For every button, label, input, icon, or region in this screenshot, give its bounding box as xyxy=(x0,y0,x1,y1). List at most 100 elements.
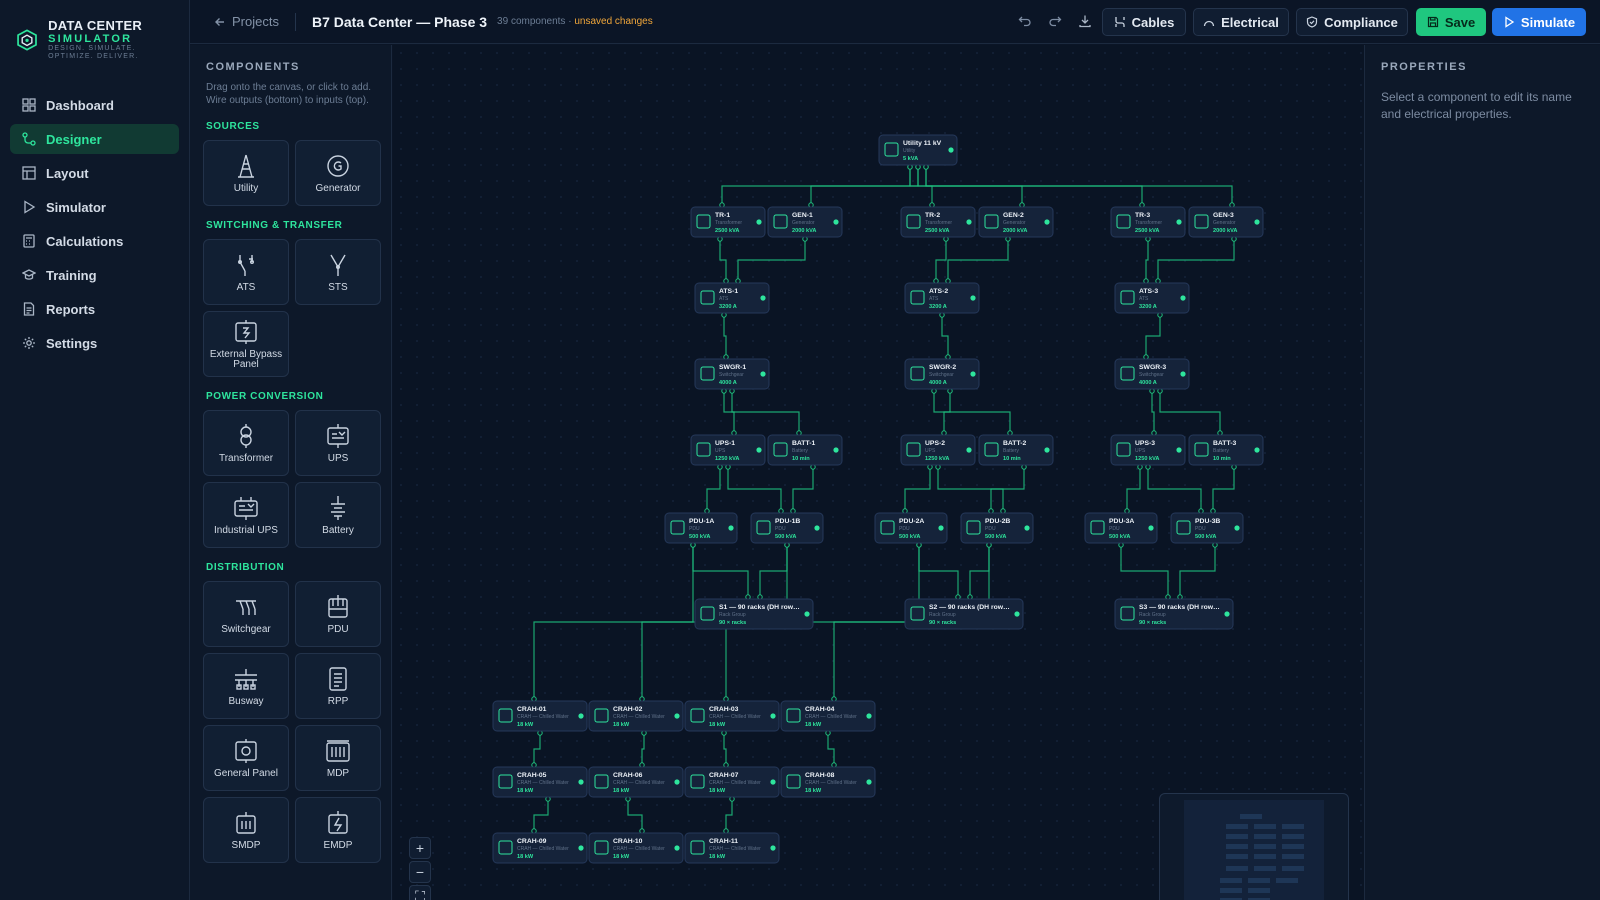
cable-utility-gen1[interactable] xyxy=(810,165,919,207)
node-swgr1[interactable]: SWGR-1Switchgear 4000 A xyxy=(694,358,770,390)
cable-tr2-ats2[interactable] xyxy=(935,237,947,283)
nav-item-settings[interactable]: Settings xyxy=(10,328,179,358)
node-tr3[interactable]: TR-3Transformer 2500 kVA xyxy=(1110,206,1186,238)
cable-crah02-crah06[interactable] xyxy=(641,731,645,767)
cable-crah06-crah10[interactable] xyxy=(627,797,643,833)
node-ups2[interactable]: UPS-2UPS 1250 kVA xyxy=(900,434,976,466)
palette-item-smdp[interactable]: SMDP xyxy=(203,797,289,863)
cables-button[interactable]: Cables xyxy=(1102,8,1186,36)
cable-batt2-pdu2b[interactable] xyxy=(990,465,1025,513)
cable-swgr2-batt2[interactable] xyxy=(933,389,1011,435)
nav-item-dashboard[interactable]: Dashboard xyxy=(10,90,179,120)
cable-pdu1a-s1[interactable] xyxy=(692,543,749,599)
cable-gen1-ats1[interactable] xyxy=(737,237,806,283)
nav-item-training[interactable]: Training xyxy=(10,260,179,290)
node-pdu2a[interactable]: PDU-2APDU 500 kVA xyxy=(874,512,948,544)
node-batt2[interactable]: BATT-2Battery 10 min xyxy=(978,434,1054,466)
node-ats2[interactable]: ATS-2ATS 3200 A xyxy=(904,282,980,314)
cable-swgr1-batt1[interactable] xyxy=(731,389,800,435)
cable-pdu1b-s1[interactable] xyxy=(759,543,788,599)
download-icon[interactable] xyxy=(1076,12,1094,30)
node-ats3[interactable]: ATS-3ATS 3200 A xyxy=(1114,282,1190,314)
palette-item-busway[interactable]: Busway xyxy=(203,653,289,719)
palette-item-switchgear[interactable]: Switchgear xyxy=(203,581,289,647)
palette-item-general-panel[interactable]: General Panel xyxy=(203,725,289,791)
minimap[interactable] xyxy=(1159,793,1349,900)
cable-swgr3-ups3[interactable] xyxy=(1151,389,1155,435)
node-crah02[interactable]: CRAH-02CRAH — Chilled Water 18 kW xyxy=(588,700,684,732)
undo-icon[interactable] xyxy=(1016,12,1034,30)
nav-item-layout[interactable]: Layout xyxy=(10,158,179,188)
node-crah10[interactable]: CRAH-10CRAH — Chilled Water 18 kW xyxy=(588,832,684,864)
node-s2[interactable]: S2 — 90 racks (DH row…Rack Group 90 × rac… xyxy=(904,598,1024,630)
cable-ups3-pdu3b[interactable] xyxy=(1147,465,1202,513)
node-tr2[interactable]: TR-2Transformer 2500 kVA xyxy=(900,206,976,238)
node-crah07[interactable]: CRAH-07CRAH — Chilled Water 18 kW xyxy=(684,766,780,798)
cable-pdu2b-s2[interactable] xyxy=(969,543,990,599)
save-button[interactable]: Save xyxy=(1416,8,1486,36)
cable-ups1-pdu1a[interactable] xyxy=(706,465,721,513)
cable-batt3-pdu3b[interactable] xyxy=(1212,465,1235,513)
node-swgr2[interactable]: SWGR-2Switchgear 4000 A xyxy=(904,358,980,390)
cable-ups2-pdu2a[interactable] xyxy=(904,465,931,513)
node-pdu3b[interactable]: PDU-3BPDU 500 kVA xyxy=(1170,512,1244,544)
nav-item-calculations[interactable]: Calculations xyxy=(10,226,179,256)
node-batt3[interactable]: BATT-3Battery 10 min xyxy=(1188,434,1264,466)
node-crah03[interactable]: CRAH-03CRAH — Chilled Water 18 kW xyxy=(684,700,780,732)
palette-item-ats[interactable]: ATS xyxy=(203,239,289,305)
cable-swgr3-batt3[interactable] xyxy=(1159,389,1221,435)
palette-item-external-bypass-panel[interactable]: External Bypass Panel xyxy=(203,311,289,377)
design-canvas[interactable]: Utility 11 kV Utility 5 kVA TR-1 Transformer… xyxy=(393,45,1364,900)
node-pdu1b[interactable]: PDU-1BPDU 500 kVA xyxy=(750,512,824,544)
project-title[interactable]: B7 Data Center — Phase 3 xyxy=(312,14,487,30)
palette-item-generator[interactable]: Generator xyxy=(295,140,381,206)
cable-pdu2a-s2[interactable] xyxy=(918,543,959,599)
node-s3[interactable]: S3 — 90 racks (DH row…Rack Group 90 × rac… xyxy=(1114,598,1234,630)
cable-crah03-crah07[interactable] xyxy=(723,731,727,767)
cable-crah07-crah11[interactable] xyxy=(725,797,733,833)
fit-view-button[interactable]: ⛶ xyxy=(409,885,431,900)
cable-crah05-crah09[interactable] xyxy=(533,797,549,833)
node-ups1[interactable]: UPS-1UPS 1250 kVA xyxy=(690,434,766,466)
node-crah11[interactable]: CRAH-11CRAH — Chilled Water 18 kW xyxy=(684,832,780,864)
node-ats1[interactable]: ATS-1ATS 3200 A xyxy=(694,282,770,314)
node-tr1[interactable]: TR-1Transformer 2500 kVA xyxy=(690,206,766,238)
compliance-button[interactable]: Compliance xyxy=(1296,8,1408,36)
cable-ups1-pdu1b[interactable] xyxy=(727,465,782,513)
node-gen2[interactable]: GEN-2Generator 2000 kVA xyxy=(978,206,1054,238)
nav-item-reports[interactable]: Reports xyxy=(10,294,179,324)
node-crah05[interactable]: CRAH-05CRAH — Chilled Water 18 kW xyxy=(492,766,588,798)
node-pdu2b[interactable]: PDU-2BPDU 500 kVA xyxy=(960,512,1034,544)
node-crah09[interactable]: CRAH-09CRAH — Chilled Water 18 kW xyxy=(492,832,588,864)
palette-item-ups[interactable]: UPS xyxy=(295,410,381,476)
electrical-button[interactable]: Electrical xyxy=(1193,8,1289,36)
cable-ups3-pdu3a[interactable] xyxy=(1126,465,1141,513)
back-to-projects-link[interactable]: Projects xyxy=(214,14,279,29)
node-swgr3[interactable]: SWGR-3Switchgear 4000 A xyxy=(1114,358,1190,390)
palette-item-emdp[interactable]: EMDP xyxy=(295,797,381,863)
nav-item-designer[interactable]: Designer xyxy=(10,124,179,154)
cable-tr1-ats1[interactable] xyxy=(719,237,727,283)
palette-item-battery[interactable]: Battery xyxy=(295,482,381,548)
cable-crah01-crah05[interactable] xyxy=(533,731,541,767)
cable-crah04-crah08[interactable] xyxy=(827,731,835,767)
node-crah01[interactable]: CRAH-01CRAH — Chilled Water 18 kW xyxy=(492,700,588,732)
node-utility[interactable]: Utility 11 kVUtility 5 kVA xyxy=(878,134,958,166)
palette-item-transformer[interactable]: Transformer xyxy=(203,410,289,476)
cable-pdu3a-s3[interactable] xyxy=(1120,543,1169,599)
node-pdu3a[interactable]: PDU-3APDU 500 kVA xyxy=(1084,512,1158,544)
node-batt1[interactable]: BATT-1Battery 10 min xyxy=(767,434,843,466)
zoom-out-button[interactable]: − xyxy=(409,861,431,883)
redo-icon[interactable] xyxy=(1046,12,1064,30)
palette-item-pdu[interactable]: PDU xyxy=(295,581,381,647)
palette-item-industrial-ups[interactable]: Industrial UPS xyxy=(203,482,289,548)
node-gen3[interactable]: GEN-3Generator 2000 kVA xyxy=(1188,206,1264,238)
node-crah06[interactable]: CRAH-06CRAH — Chilled Water 18 kW xyxy=(588,766,684,798)
cable-ats2-swgr2[interactable] xyxy=(941,313,949,359)
palette-item-rpp[interactable]: RPP xyxy=(295,653,381,719)
node-crah08[interactable]: CRAH-08CRAH — Chilled Water 18 kW xyxy=(780,766,876,798)
palette-item-utility[interactable]: Utility xyxy=(203,140,289,206)
node-pdu1a[interactable]: PDU-1APDU 500 kVA xyxy=(664,512,738,544)
cable-pdu3b-s3[interactable] xyxy=(1179,543,1216,599)
node-s1[interactable]: S1 — 90 racks (DH row…Rack Group 90 × rac… xyxy=(694,598,814,630)
